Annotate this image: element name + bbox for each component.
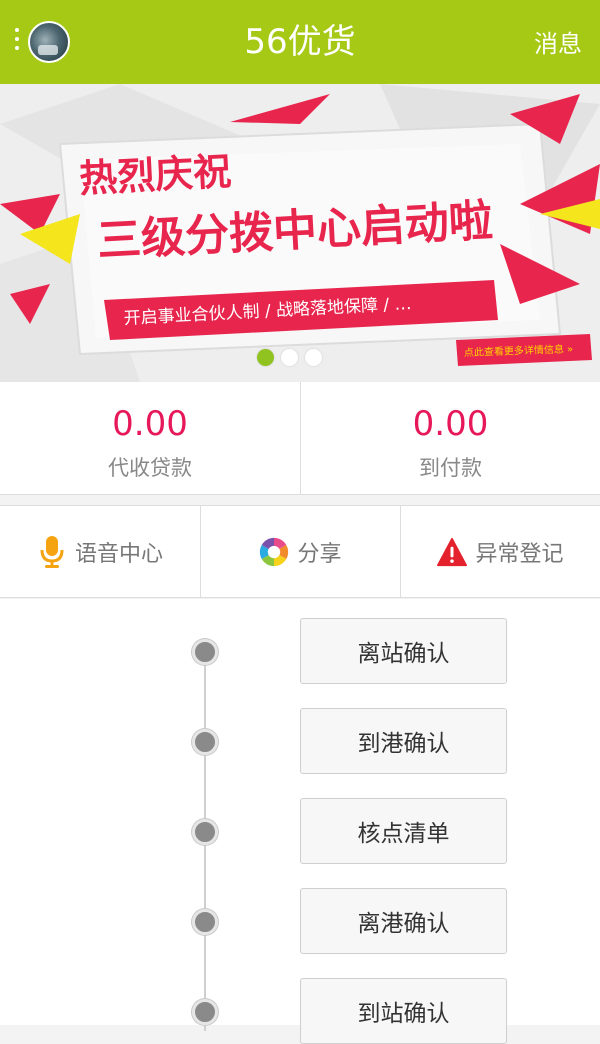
timeline-node: [192, 999, 218, 1025]
amount-summary: 0.00 代收贷款 0.00 到付款: [0, 382, 600, 495]
workflow-timeline: 离站确认 到港确认 核点清单 离港确认 到站确认: [0, 599, 600, 1044]
freight-collect-label: 到付款: [419, 456, 482, 480]
carousel-dot-active[interactable]: [257, 349, 274, 366]
timeline-step: 到港确认: [0, 708, 600, 774]
timeline-node: [192, 729, 218, 755]
timeline-node: [192, 819, 218, 845]
voice-center-label: 语音中心: [74, 542, 163, 567]
freight-collect-card[interactable]: 0.00 到付款: [300, 382, 600, 495]
depart-station-confirm-button[interactable]: 离站确认: [300, 618, 507, 684]
voice-center-button[interactable]: 语音中心: [0, 506, 200, 598]
check-list-button[interactable]: 核点清单: [300, 798, 507, 864]
freight-collect-value: 0.00: [412, 404, 489, 444]
microphone-icon: [37, 535, 67, 569]
banner-headline-1: 热烈庆祝: [78, 149, 232, 201]
share-button[interactable]: 分享: [200, 506, 400, 598]
arrive-station-confirm-button[interactable]: 到站确认: [300, 978, 507, 1044]
cod-amount-label: 代收贷款: [108, 456, 192, 480]
cod-amount-card[interactable]: 0.00 代收贷款: [0, 382, 300, 495]
timeline-step: 离港确认: [0, 888, 600, 954]
top-app-bar: 56优货 消息: [0, 0, 600, 84]
timeline-step: 核点清单: [0, 798, 600, 864]
exception-register-label: 异常登记: [475, 542, 564, 567]
carousel-indicator: [257, 349, 329, 367]
depart-port-confirm-button[interactable]: 离港确认: [300, 888, 507, 954]
timeline-node: [192, 639, 218, 665]
share-label: 分享: [297, 542, 342, 567]
warning-icon: [437, 535, 468, 569]
carousel-dot[interactable]: [305, 349, 322, 366]
cod-amount-value: 0.00: [112, 404, 188, 444]
exception-register-button[interactable]: 异常登记: [400, 506, 600, 598]
carousel-dot[interactable]: [281, 349, 298, 366]
promo-banner[interactable]: 热烈庆祝 三级分拨中心启动啦 开启事业合伙人制 / 战略落地保障 / … 点此查…: [0, 84, 600, 382]
timeline-step: 到站确认: [0, 978, 600, 1044]
share-pinwheel-icon: [259, 535, 289, 569]
banner-artwork: 热烈庆祝 三级分拨中心启动啦 开启事业合伙人制 / 战略落地保障 / … 点此查…: [0, 84, 600, 382]
app-title: 56优货: [244, 22, 356, 62]
quick-actions-bar: 语音中心 分享 异常登记: [0, 505, 600, 598]
timeline-node: [192, 909, 218, 935]
messages-button[interactable]: 消息: [534, 0, 582, 84]
arrive-port-confirm-button[interactable]: 到港确认: [300, 708, 507, 774]
timeline-step: 离站确认: [0, 618, 600, 684]
